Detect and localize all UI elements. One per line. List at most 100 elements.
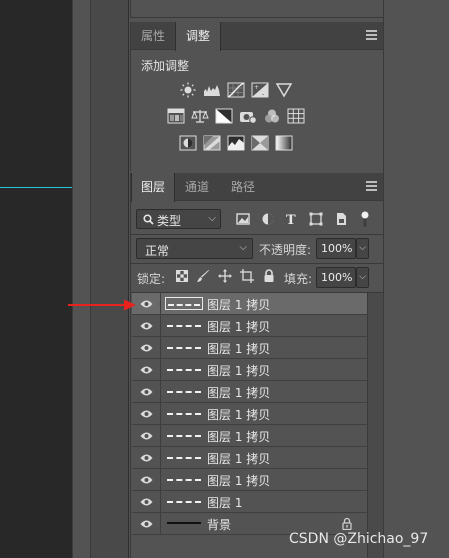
layer-name: 图层 1 拷贝 <box>207 474 271 488</box>
tab-paths[interactable]: 路径 <box>221 173 265 201</box>
layer-row[interactable]: 图层 1 拷贝 <box>132 381 367 403</box>
exposure-icon[interactable]: + - <box>251 82 269 98</box>
panel-menu-icon[interactable] <box>366 30 377 42</box>
channel-mixer-icon[interactable] <box>263 108 281 124</box>
layer-name: 图层 1 拷贝 <box>207 386 271 400</box>
selective-color-icon[interactable] <box>251 135 269 151</box>
layer-thumbnail <box>165 297 203 310</box>
chevron-down-icon: ⌵ <box>208 213 216 224</box>
layer-name: 图层 1 <box>207 496 243 510</box>
layer-filter-select[interactable]: 类型 ⌵ <box>136 209 221 229</box>
visibility-eye-icon[interactable] <box>132 403 161 425</box>
lock-artboard-icon[interactable] <box>240 269 254 283</box>
blend-mode-value: 正常 <box>145 244 170 258</box>
layer-row[interactable]: 图层 1 拷贝 <box>132 337 367 359</box>
layer-row[interactable]: 图层 1 拷贝 <box>132 469 367 491</box>
right-gutter <box>383 0 449 558</box>
levels-icon[interactable] <box>203 82 221 98</box>
layer-name: 图层 1 拷贝 <box>207 430 271 444</box>
collapsed-panel-strip <box>90 0 129 558</box>
layer-thumbnail <box>165 495 203 508</box>
canvas-guide-line <box>0 187 72 188</box>
photo-filter-icon[interactable] <box>239 108 257 124</box>
layer-row[interactable]: 图层 1 拷贝 <box>132 403 367 425</box>
svg-text:-: - <box>262 91 264 98</box>
layer-thumbnail <box>165 407 203 420</box>
tab-properties[interactable]: 属性 <box>131 22 175 50</box>
panel-menu-icon[interactable] <box>366 181 377 193</box>
filter-toggle-switch[interactable] <box>361 210 369 228</box>
svg-text:+: + <box>254 84 259 91</box>
blend-mode-select[interactable]: 正常 ⌵ <box>136 238 253 259</box>
document-canvas[interactable] <box>0 0 72 558</box>
threshold-icon[interactable] <box>227 135 245 151</box>
color-balance-icon[interactable] <box>191 108 209 124</box>
annotation-arrow-icon <box>66 298 138 312</box>
visibility-eye-icon[interactable] <box>132 513 161 535</box>
layers-panel: 图层 通道 路径 类型 ⌵ T 正常 ⌵ 不透明度: 100% ⌵ 锁定: 填充… <box>130 173 383 558</box>
curves-icon[interactable] <box>227 82 245 98</box>
layer-thumbnail <box>165 517 203 530</box>
filter-smart-object-icon[interactable] <box>333 211 349 227</box>
color-lookup-icon[interactable] <box>287 108 305 124</box>
layer-lock-icon <box>342 517 352 530</box>
layer-filter-label: 类型 <box>157 214 182 228</box>
layer-row[interactable]: 图层 1 拷贝 <box>132 315 367 337</box>
layers-scrollbar[interactable] <box>367 293 383 558</box>
visibility-eye-icon[interactable] <box>132 381 161 403</box>
lock-label: 锁定: <box>137 272 166 286</box>
divider <box>131 234 383 235</box>
layers-tabbar: 图层 通道 路径 <box>131 173 383 202</box>
fill-field[interactable]: 100% <box>316 267 356 288</box>
visibility-eye-icon[interactable] <box>132 447 161 469</box>
layer-thumbnail <box>165 341 203 354</box>
visibility-eye-icon[interactable] <box>132 337 161 359</box>
search-icon <box>143 214 154 225</box>
lock-all-icon[interactable] <box>262 269 276 283</box>
lock-image-pixels-brush-icon[interactable] <box>196 269 210 283</box>
brightness-icon[interactable] <box>179 82 197 98</box>
filter-pixel-icon[interactable] <box>235 211 251 227</box>
gradient-map-icon[interactable] <box>275 135 293 151</box>
tab-layers[interactable]: 图层 <box>131 173 175 202</box>
layer-row[interactable]: 图层 1 拷贝 <box>132 359 367 381</box>
visibility-eye-icon[interactable] <box>132 425 161 447</box>
invert-icon[interactable] <box>179 135 197 151</box>
layer-row[interactable]: 图层 1 拷贝 <box>132 293 367 315</box>
layer-thumbnail <box>165 429 203 442</box>
opacity-field[interactable]: 100% <box>316 238 356 259</box>
black-white-icon[interactable] <box>215 108 233 124</box>
layer-thumbnail <box>165 473 203 486</box>
adjustments-title: 添加调整 <box>141 59 190 73</box>
filter-shape-icon[interactable] <box>308 211 324 227</box>
lock-position-move-icon[interactable] <box>218 269 232 283</box>
filter-adjustment-icon[interactable] <box>260 211 276 227</box>
tab-channels[interactable]: 通道 <box>175 173 219 201</box>
lock-transparent-pixels-icon[interactable] <box>175 269 189 283</box>
layer-thumbnail <box>165 363 203 376</box>
opacity-chevron-icon[interactable]: ⌵ <box>356 238 369 259</box>
fill-label: 填充: <box>284 272 313 286</box>
posterize-icon[interactable] <box>203 135 221 151</box>
layer-thumbnail <box>165 319 203 332</box>
opacity-label: 不透明度: <box>259 243 312 257</box>
layer-row[interactable]: 图层 1 拷贝 <box>132 425 367 447</box>
tab-adjustments[interactable]: 调整 <box>175 22 221 51</box>
layer-row[interactable]: 图层 1 拷贝 <box>132 447 367 469</box>
visibility-eye-icon[interactable] <box>132 469 161 491</box>
filter-type-icon[interactable]: T <box>284 211 300 227</box>
layer-name: 图层 1 拷贝 <box>207 320 271 334</box>
vibrance-icon[interactable] <box>275 82 293 98</box>
layer-name: 图层 1 拷贝 <box>207 298 271 312</box>
svg-text:T: T <box>286 213 296 227</box>
layer-row[interactable]: 图层 1 <box>132 491 367 513</box>
fill-chevron-icon[interactable]: ⌵ <box>356 267 369 288</box>
layer-name: 图层 1 拷贝 <box>207 408 271 422</box>
hue-saturation-icon[interactable] <box>167 108 185 124</box>
visibility-eye-icon[interactable] <box>132 491 161 513</box>
watermark-text: CSDN @Zhichao_97 <box>289 531 429 547</box>
canvas-border <box>72 0 90 558</box>
layer-thumbnail <box>165 451 203 464</box>
visibility-eye-icon[interactable] <box>132 359 161 381</box>
visibility-eye-icon[interactable] <box>132 315 161 337</box>
